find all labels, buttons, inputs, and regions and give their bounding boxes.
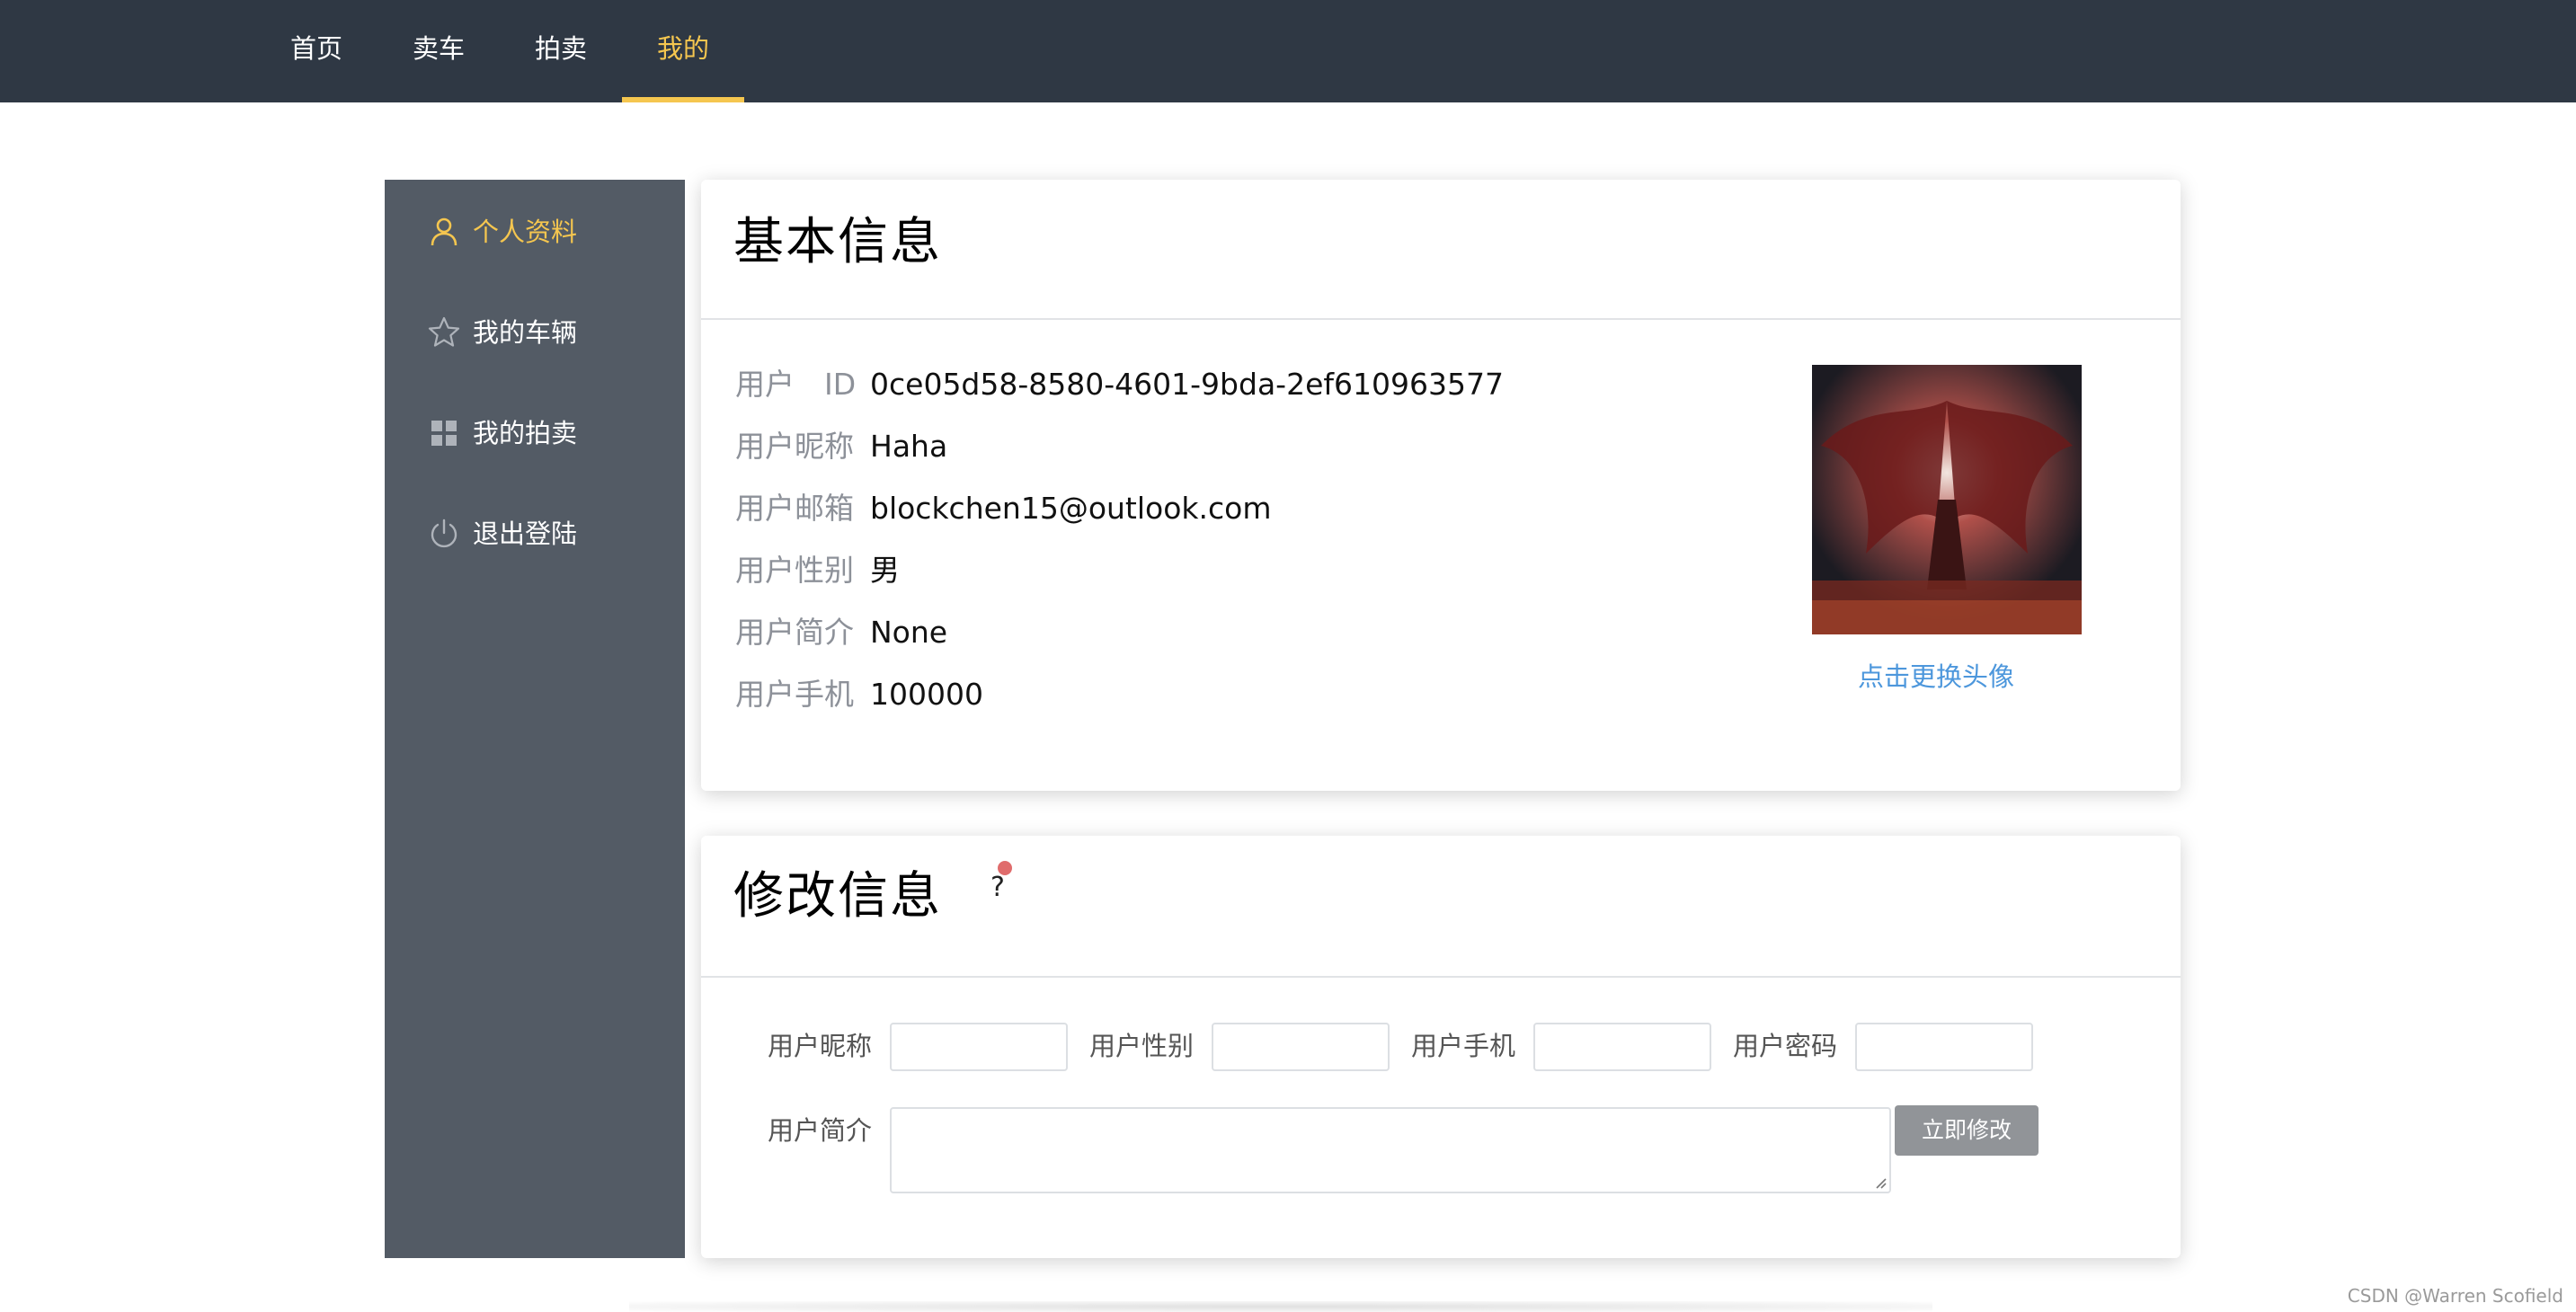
power-icon — [431, 519, 457, 548]
password-label: 用户密码 — [1733, 1031, 1838, 1061]
info-value: Haha — [870, 429, 948, 464]
info-row-email: 用户邮箱 blockchen15@outlook.com — [735, 482, 1272, 536]
user-icon — [431, 217, 457, 246]
info-label: 用户邮箱 — [735, 491, 854, 526]
info-label: 用户简介 — [735, 615, 854, 650]
bio-label: 用户简介 — [768, 1115, 873, 1146]
info-value: blockchen15@outlook.com — [870, 491, 1272, 526]
sidebar-item-profile[interactable]: 个人资料 — [385, 196, 685, 268]
info-value: 男 — [870, 553, 900, 588]
submit-button[interactable]: 立即修改 — [1895, 1105, 2039, 1156]
sidebar: 个人资料 我的车辆 我的拍卖 退出登陆 — [385, 180, 685, 1258]
sidebar-item-label: 退出登陆 — [473, 519, 578, 549]
divider — [701, 976, 2181, 978]
edit-info-title: 修改信息 — [733, 867, 942, 926]
avatar-image — [1812, 365, 2082, 634]
bio-textarea[interactable] — [890, 1107, 1891, 1193]
resize-grip-icon[interactable] — [1873, 1175, 1888, 1190]
info-label: 用户性别 — [735, 553, 854, 588]
gender-label: 用户性别 — [1089, 1031, 1195, 1061]
nav-sell-car[interactable]: 卖车 — [401, 0, 476, 99]
sidebar-item-label: 我的车辆 — [473, 317, 578, 348]
sidebar-item-label: 个人资料 — [473, 217, 578, 247]
sidebar-item-my-auctions[interactable]: 我的拍卖 — [385, 397, 685, 469]
gender-input[interactable] — [1212, 1023, 1390, 1071]
phone-label: 用户手机 — [1411, 1031, 1516, 1061]
sidebar-item-label: 我的拍卖 — [473, 418, 578, 448]
info-label: 用户 ID — [735, 367, 857, 402]
top-nav: 首页 卖车 拍卖 我的 — [0, 0, 2576, 102]
info-value: 0ce05d58-8580-4601-9bda-2ef610963577 — [870, 367, 1504, 402]
nav-mine[interactable]: 我的 — [645, 0, 721, 99]
basic-info-card: 基本信息 用户 ID 0ce05d58-8580-4601-9bda-2ef610… — [701, 180, 2181, 791]
info-row-user-id: 用户 ID 0ce05d58-8580-4601-9bda-2ef61096357… — [735, 358, 1504, 412]
help-icon[interactable]: ? — [990, 872, 1005, 903]
info-label: 用户昵称 — [735, 429, 854, 464]
info-value: None — [870, 615, 948, 650]
nav-home[interactable]: 首页 — [279, 0, 354, 99]
divider — [701, 318, 2181, 320]
info-label: 用户手机 — [735, 677, 854, 712]
watermark: CSDN @Warren Scofield — [2347, 1285, 2563, 1307]
phone-input[interactable] — [1533, 1023, 1711, 1071]
info-row-bio: 用户简介 None — [735, 606, 947, 660]
sidebar-item-my-vehicles[interactable]: 我的车辆 — [385, 297, 685, 368]
star-icon — [428, 316, 460, 347]
info-value: 100000 — [870, 677, 983, 712]
nav-auction[interactable]: 拍卖 — [523, 0, 599, 99]
page-bottom-shadow — [629, 1301, 1932, 1312]
change-avatar-link[interactable]: 点击更换头像 — [1812, 656, 2060, 694]
password-input[interactable] — [1855, 1023, 2033, 1071]
nav-active-indicator — [622, 97, 744, 102]
info-row-gender: 用户性别男 — [735, 544, 900, 598]
sidebar-item-logout[interactable]: 退出登陆 — [385, 498, 685, 570]
info-row-phone: 用户手机 100000 — [735, 668, 983, 722]
nickname-input[interactable] — [890, 1023, 1068, 1071]
edit-info-card: 修改信息 ? 用户昵称 用户性别 用户手机 用户密码 用户简介 立即修改 — [701, 836, 2181, 1258]
nickname-label: 用户昵称 — [768, 1031, 873, 1061]
info-row-nickname: 用户昵称 Haha — [735, 420, 947, 474]
avatar — [1812, 365, 2082, 634]
basic-info-title: 基本信息 — [733, 213, 942, 271]
grid-icon — [431, 421, 457, 446]
